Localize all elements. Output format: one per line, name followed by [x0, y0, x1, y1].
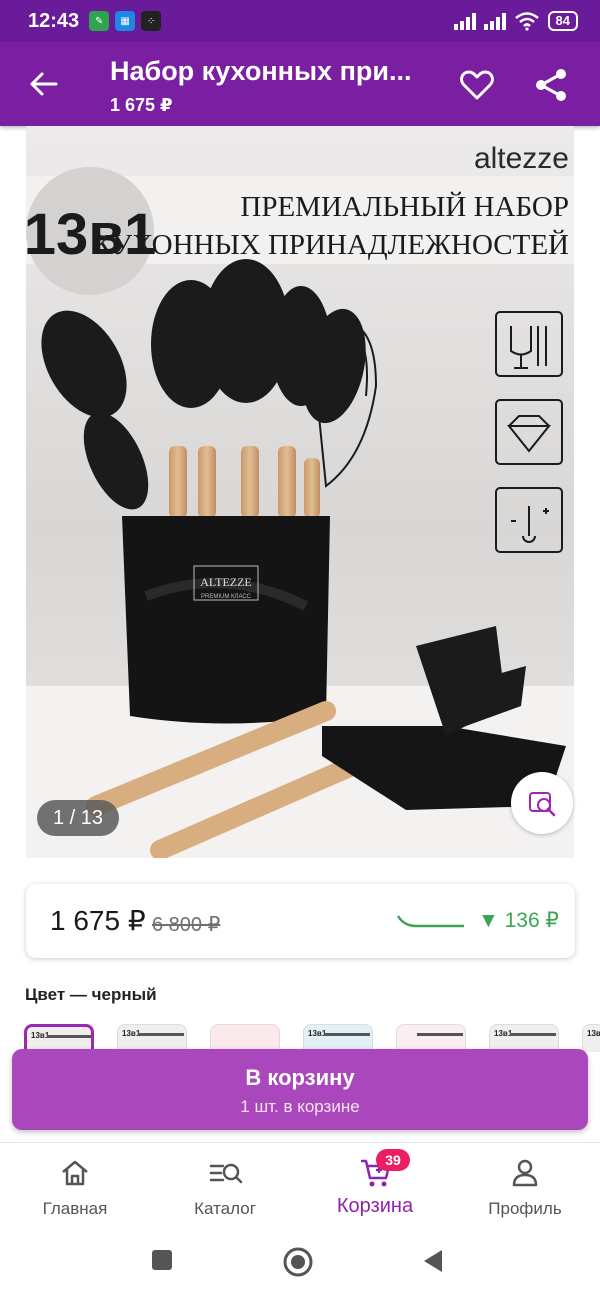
- status-bar: 12:43 ✎ ▦ ⁘ 84: [0, 0, 600, 42]
- battery-icon: 84: [547, 11, 578, 31]
- wifi-icon: [514, 12, 539, 31]
- back-arrow-icon[interactable]: [24, 64, 64, 104]
- brand-logo: altezze: [474, 142, 569, 175]
- nav-profile[interactable]: Профиль: [450, 1143, 600, 1229]
- notification-store-icon: ▦: [115, 11, 136, 31]
- back-triangle-icon[interactable]: [420, 1248, 446, 1274]
- product-image-gallery[interactable]: ALTEZZE PREMIUM КЛАСС 13в1 ПРЕМИАЛЬНЫЙ Н…: [26, 126, 574, 858]
- search-similar-button[interactable]: [511, 772, 573, 834]
- variant-thumb[interactable]: 13в1: [303, 1024, 373, 1052]
- notification-app-icon: ✎: [89, 11, 110, 31]
- variant-thumb[interactable]: 13в1: [582, 1024, 600, 1052]
- image-counter: 1 / 13: [37, 800, 119, 836]
- nav-catalog[interactable]: Каталог: [150, 1143, 300, 1229]
- app-header: Набор кухонных при... 1 675 ₽: [0, 42, 600, 126]
- variant-thumb[interactable]: 13в1: [489, 1024, 559, 1052]
- holder-sub: PREMIUM КЛАСС: [201, 594, 252, 600]
- price-card: 1 675 ₽ 6 800 ₽ ▼ 136 ₽: [26, 884, 575, 958]
- signal-icon: [483, 12, 506, 30]
- recents-square-icon[interactable]: [150, 1248, 174, 1272]
- catalog-search-icon: [209, 1163, 243, 1184]
- notification-icons: ✎ ▦ ⁘: [89, 11, 162, 31]
- nav-home-label: Главная: [42, 1199, 108, 1218]
- signal-icon: [453, 12, 476, 30]
- color-variants: 13в1 13в1 13в1 13в1 13в1: [24, 1024, 600, 1052]
- profile-icon: [512, 1159, 538, 1187]
- notification-grid-icon: ⁘: [141, 11, 162, 31]
- image-search-icon: [529, 792, 556, 817]
- variant-thumb[interactable]: 13в1: [117, 1024, 187, 1052]
- nav-profile-label: Профиль: [488, 1199, 562, 1218]
- status-time: 12:43: [28, 9, 80, 32]
- price-drop: ▼ 136 ₽: [478, 909, 559, 932]
- add-to-cart-label: В корзину: [245, 1065, 355, 1090]
- gallery-headline-2: КУХОННЫХ ПРИНАДЛЕЖНОСТЕЙ: [93, 229, 569, 261]
- cart-count-badge: 39: [376, 1149, 410, 1171]
- home-circle-icon[interactable]: [282, 1246, 314, 1278]
- screen: 12:43 ✎ ▦ ⁘ 84 Набор кухонных при... 1 6…: [0, 0, 600, 1299]
- header-price: 1 675 ₽: [110, 95, 173, 115]
- system-navigation: [0, 1228, 600, 1299]
- favorite-heart-icon[interactable]: [456, 64, 498, 106]
- product-photo: ALTEZZE PREMIUM КЛАСС 13в1 ПРЕМИАЛЬНЫЙ Н…: [26, 126, 574, 858]
- color-label: Цвет — черный: [25, 985, 157, 1004]
- nav-catalog-label: Каталог: [194, 1199, 256, 1218]
- nav-cart-label: Корзина: [336, 1195, 414, 1217]
- holder-logo: ALTEZZE: [200, 575, 252, 589]
- variant-thumb[interactable]: 13в1: [24, 1024, 94, 1052]
- home-icon: [62, 1160, 88, 1186]
- price-trend-icon: [396, 915, 464, 928]
- current-price: 1 675 ₽: [50, 905, 146, 936]
- bottom-navigation: Главная Каталог 39 Корзина Профиль: [0, 1142, 600, 1228]
- share-icon[interactable]: [530, 64, 572, 106]
- add-to-cart-button[interactable]: В корзину 1 шт. в корзине: [12, 1049, 588, 1130]
- nav-cart[interactable]: 39 Корзина: [300, 1143, 450, 1229]
- variant-thumb[interactable]: [210, 1024, 280, 1052]
- old-price: 6 800 ₽: [152, 914, 221, 936]
- nav-home[interactable]: Главная: [0, 1143, 150, 1229]
- product-title: Набор кухонных при...: [110, 56, 412, 86]
- variant-thumb[interactable]: [396, 1024, 466, 1052]
- gallery-headline-1: ПРЕМИАЛЬНЫЙ НАБОР: [240, 191, 569, 223]
- in-cart-count: 1 шт. в корзине: [240, 1097, 360, 1116]
